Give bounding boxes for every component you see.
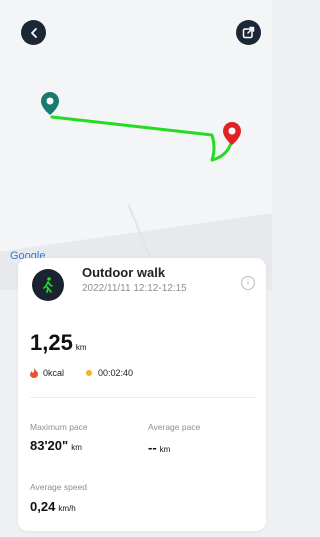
end-marker-icon [223,122,241,145]
avg-speed-label: Average speed [30,482,88,492]
avg-speed-unit: km/h [58,504,76,513]
activity-summary-card: Outdoor walk 2022/11/11 12:12-12:15 i 1,… [18,258,266,531]
avg-speed: 0,24 km/h [30,498,76,516]
chevron-left-icon [30,27,37,38]
distance-unit: km [75,343,87,352]
activity-title: Outdoor walk [82,265,166,280]
clock-dot-icon [86,370,92,376]
walking-person-icon [32,269,64,301]
max-pace-unit: km [71,443,82,452]
max-pace-label: Maximum pace [30,422,88,432]
calories-value: 0kcal [43,368,65,378]
distance-display: 1,25 km [30,330,87,356]
avg-pace-label: Average pace [148,422,201,432]
max-pace-value: 83'20" [30,438,69,453]
start-marker-icon [41,92,59,115]
share-icon [242,26,255,39]
route-map[interactable]: Google [0,0,272,290]
calories-stat: 0kcal [30,368,64,378]
info-icon[interactable]: i [241,276,255,290]
distance-value: 1,25 [30,330,73,355]
duration-stat: 00:02:40 [86,368,133,378]
share-button[interactable] [236,20,261,45]
route-path [50,115,234,162]
duration-value: 00:02:40 [98,368,134,378]
max-pace: 83'20" km [30,437,82,455]
route-overlay [41,92,241,162]
divider [30,397,256,398]
avg-speed-value: 0,24 [30,499,56,514]
flame-icon [30,368,38,378]
avg-pace-unit: km [159,445,171,454]
activity-datetime: 2022/11/11 12:12-12:15 [82,283,187,294]
back-button[interactable] [21,20,46,45]
avg-pace: -- km [148,439,170,457]
avg-pace-value: -- [148,440,157,455]
